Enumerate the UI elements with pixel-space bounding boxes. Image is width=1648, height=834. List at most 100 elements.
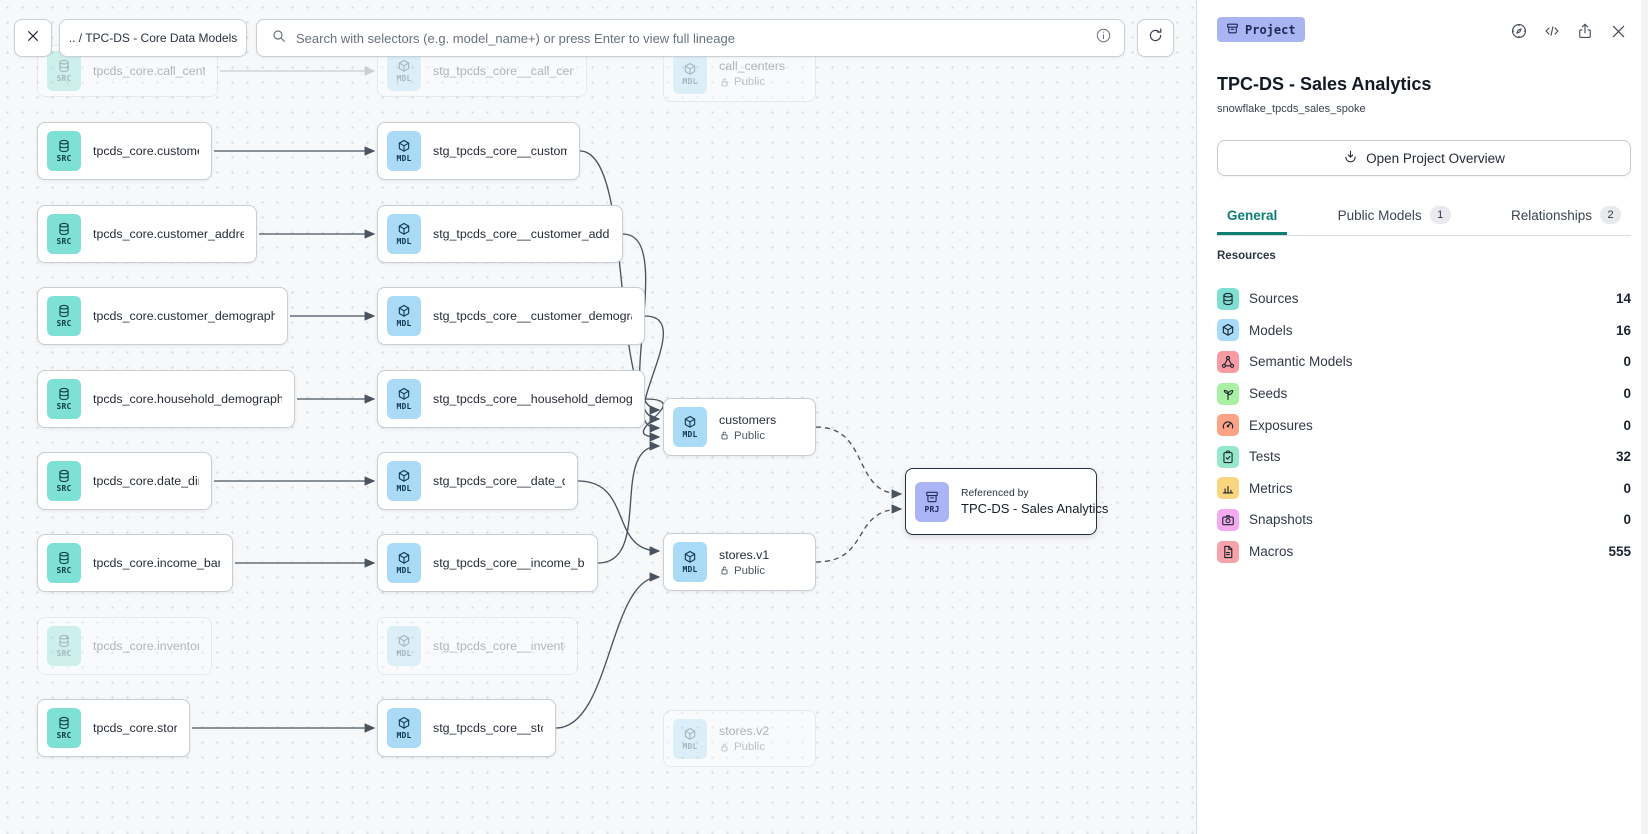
open-project-overview-label: Open Project Overview [1366,151,1505,166]
archive-icon [925,490,939,504]
lineage-node-mdl_income_band[interactable]: MDLstg_tpcds_core__income_band [377,534,598,592]
lineage-node-src_income_band[interactable]: SRC tpcds_core.income_band [37,534,233,592]
cube-icon [397,716,411,730]
node-label: stg_tpcds_core__date_dim [433,474,565,488]
database-icon [1217,288,1239,310]
database-icon [57,469,71,483]
resource-row-macros[interactable]: Macros555 [1217,536,1631,568]
lineage-node-mdl_inventory[interactable]: MDL stg_tpcds_core__inventory [377,617,578,675]
lineage-node-mdl_household_demographics[interactable]: MDLstg_tpcds_core__household_demogr… [377,370,645,428]
model-badge: MDL [387,708,421,748]
resource-row-sources[interactable]: Sources 14 [1217,283,1631,315]
badge-label: MDL [396,731,411,740]
lineage-node-pub_stores_v1[interactable]: MDLstores.v1Public [663,533,816,591]
resource-label: Sources [1249,291,1606,306]
semantic-graph-icon [1221,355,1235,369]
cube-icon [397,222,411,236]
badge-label: MDL [396,319,411,328]
info-icon[interactable] [1095,27,1112,49]
lineage-node-mdl_customer[interactable]: MDLstg_tpcds_core__customer [377,122,580,180]
node-label: stg_tpcds_core__income_band [433,556,585,570]
lineage-node-src_customer_address[interactable]: SRCtpcds_core.customer_address [37,205,257,263]
resource-label: Models [1249,323,1606,338]
badge-label: SRC [56,154,71,163]
compass-button[interactable] [1509,21,1529,41]
cube-icon [1221,323,1235,337]
database-icon [57,59,71,73]
resource-row-tests[interactable]: Tests32 [1217,441,1631,473]
overview-icon [1343,149,1358,164]
seedling-icon [1221,387,1235,401]
lineage-node-mdl_store[interactable]: MDL stg_tpcds_core__store [377,699,556,757]
node-label: stores.v2 [719,724,769,738]
database-icon [57,716,71,730]
lineage-node-mdl_customer_address[interactable]: MDLstg_tpcds_core__customer_address [377,205,623,263]
panel-scrollbar[interactable] [1641,0,1648,834]
badge-label: SRC [56,402,71,411]
lock-open-icon [719,565,730,576]
search-icon [271,28,287,44]
panel-tabs: General Public Models1 Relationships2 [1217,198,1631,236]
public-access-label: Public [719,76,785,88]
resource-row-metrics[interactable]: Metrics0 [1217,473,1631,505]
database-icon [57,304,71,318]
semantic-graph-icon [1217,351,1239,373]
lineage-node-pub_customers[interactable]: MDLcustomersPublic [663,398,816,456]
node-label: stg_tpcds_core__inventory [433,639,565,653]
lineage-node-prj_sales[interactable]: PRJReferenced byTPC-DS - Sales Analytics [905,468,1097,535]
resource-row-exposures[interactable]: Exposures0 [1217,409,1631,441]
badge-label: SRC [56,566,71,575]
code-button[interactable] [1542,21,1562,41]
lineage-node-mdl_date_dim[interactable]: MDLstg_tpcds_core__date_dim [377,452,578,510]
resource-row-snapshots[interactable]: Snapshots0 [1217,504,1631,536]
tab-public-models[interactable]: Public Models1 [1328,198,1461,235]
node-label: tpcds_core.inventory [93,639,199,653]
lineage-node-src_inventory[interactable]: SRC tpcds_core.inventory [37,617,212,675]
lineage-node-src_customer[interactable]: SRCtpcds_core.customer [37,122,212,180]
clipboard-check-icon [1217,446,1239,468]
resource-count: 32 [1616,449,1631,464]
tab-relationships[interactable]: Relationships2 [1501,198,1631,235]
search-input[interactable] [296,31,1086,46]
node-label: stg_tpcds_core__store [433,721,543,735]
resource-row-seeds[interactable]: Seeds0 [1217,378,1631,410]
breadcrumb[interactable]: .. / TPC-DS - Core Data Models [59,19,247,57]
lineage-node-pub_stores_v2[interactable]: MDLstores.v2Public [663,710,816,767]
resource-row-models[interactable]: Models16 [1217,315,1631,347]
resource-row-semantic-models[interactable]: Semantic Models0 [1217,346,1631,378]
share-button[interactable] [1575,21,1595,41]
open-project-overview-button[interactable]: Open Project Overview [1217,140,1631,176]
resource-count: 14 [1616,291,1631,306]
lineage-node-src_store[interactable]: SRC tpcds_core.store [37,699,190,757]
close-lineage-button[interactable] [14,19,52,57]
database-icon [57,222,71,236]
lineage-node-src_customer_demographics[interactable]: SRCtpcds_core.customer_demographics [37,287,288,345]
badge-label: SRC [56,484,71,493]
badge-label: PRJ [924,505,939,514]
cube-icon [397,469,411,483]
resource-label: Seeds [1249,386,1613,401]
gauge-icon [1217,414,1239,436]
lineage-node-mdl_customer_demographics[interactable]: MDLstg_tpcds_core__customer_demogra… [377,287,645,345]
node-label: stg_tpcds_core__household_demogr… [433,392,632,406]
lineage-node-src_household_demographics[interactable]: SRCtpcds_core.household_demographics [37,370,295,428]
badge-label: MDL [396,649,411,658]
lineage-node-src_date_dim[interactable]: SRCtpcds_core.date_dim [37,452,212,510]
model-badge: MDL [387,214,421,254]
cube-icon [397,387,411,401]
search-icon [271,28,287,49]
badge-label: SRC [56,731,71,740]
tab-general[interactable]: General [1217,198,1287,235]
badge-label: SRC [56,649,71,658]
refresh-button[interactable] [1137,19,1174,57]
lineage-canvas[interactable]: SRCtpcds_core.call_centerMDLstg_tpcds_co… [0,0,1196,834]
project-badge: PRJ [915,482,949,522]
close-icon [25,28,41,44]
resource-label: Snapshots [1249,512,1613,527]
node-label: tpcds_core.store [93,721,177,735]
source-badge: SRC [47,708,81,748]
close-button[interactable] [1608,21,1628,41]
database-icon [57,387,71,401]
badge-label: SRC [56,237,71,246]
node-label: tpcds_core.income_band [93,556,220,570]
